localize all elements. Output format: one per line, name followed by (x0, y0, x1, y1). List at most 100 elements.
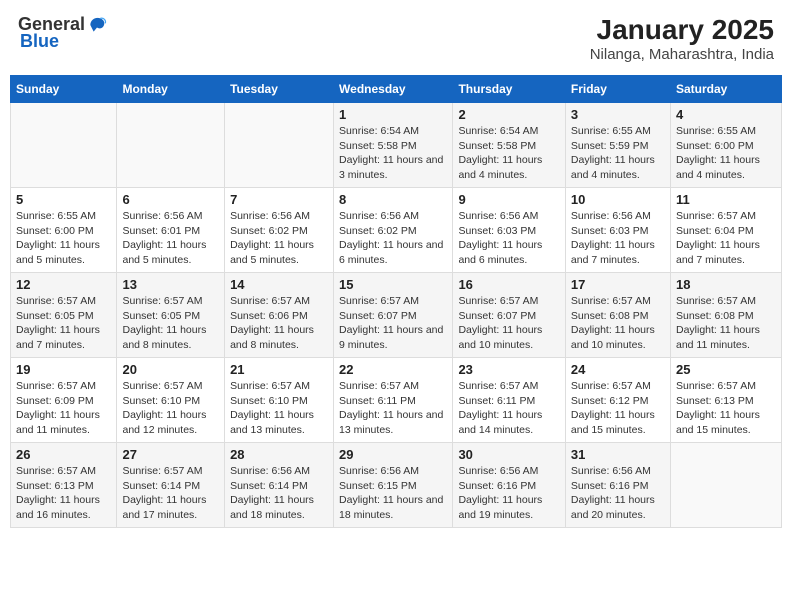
day-info: Sunrise: 6:57 AMSunset: 6:10 PMDaylight:… (230, 379, 328, 438)
calendar-cell: 27 Sunrise: 6:57 AMSunset: 6:14 PMDayligh… (117, 443, 225, 528)
calendar-cell: 24Sunrise: 6:57 AMSunset: 6:12 PMDayligh… (565, 358, 670, 443)
day-info: Sunrise: 6:57 AMSunset: 6:08 PMDaylight:… (571, 294, 665, 353)
day-number: 5 (16, 192, 111, 207)
day-number: 3 (571, 107, 665, 122)
day-number: 9 (458, 192, 559, 207)
day-number: 30 (458, 447, 559, 462)
calendar-cell: 15 Sunrise: 6:57 AMSunset: 6:07 PMDayligh… (334, 273, 453, 358)
calendar-cell (670, 443, 781, 528)
day-number: 27 (122, 447, 219, 462)
day-info: Sunrise: 6:57 AMSunset: 6:05 PMDaylight:… (122, 294, 219, 353)
calendar-cell: 11Sunrise: 6:57 AMSunset: 6:04 PMDayligh… (670, 188, 781, 273)
calendar-cell: 28 Sunrise: 6:56 AMSunset: 6:14 PMDayligh… (225, 443, 334, 528)
calendar-cell: 25 Sunrise: 6:57 AMSunset: 6:13 PMDayligh… (670, 358, 781, 443)
day-info: Sunrise: 6:57 AMSunset: 6:14 PMDaylight:… (122, 464, 219, 523)
calendar-cell: 31Sunrise: 6:56 AMSunset: 6:16 PMDayligh… (565, 443, 670, 528)
day-info: Sunrise: 6:56 AMSunset: 6:01 PMDaylight:… (122, 209, 219, 268)
logo: General Blue (18, 14, 107, 52)
calendar-week-row: 1Sunrise: 6:54 AMSunset: 5:58 PMDaylight… (11, 103, 782, 188)
calendar-week-row: 19Sunrise: 6:57 AMSunset: 6:09 PMDayligh… (11, 358, 782, 443)
day-number: 21 (230, 362, 328, 377)
day-number: 15 (339, 277, 447, 292)
day-info: Sunrise: 6:57 AMSunset: 6:12 PMDaylight:… (571, 379, 665, 438)
day-number: 12 (16, 277, 111, 292)
page-title: January 2025 (590, 14, 774, 46)
day-info: Sunrise: 6:57 AMSunset: 6:07 PMDaylight:… (339, 294, 447, 353)
day-info: Sunrise: 6:57 AMSunset: 6:11 PMDaylight:… (458, 379, 559, 438)
day-number: 28 (230, 447, 328, 462)
calendar-cell: 22Sunrise: 6:57 AMSunset: 6:11 PMDayligh… (334, 358, 453, 443)
calendar-cell: 21 Sunrise: 6:57 AMSunset: 6:10 PMDayligh… (225, 358, 334, 443)
day-info: Sunrise: 6:54 AMSunset: 5:58 PMDaylight:… (339, 124, 447, 183)
calendar-cell: 18 Sunrise: 6:57 AMSunset: 6:08 PMDayligh… (670, 273, 781, 358)
day-info: Sunrise: 6:56 AMSunset: 6:15 PMDaylight:… (339, 464, 447, 523)
day-info: Sunrise: 6:57 AMSunset: 6:05 PMDaylight:… (16, 294, 111, 353)
calendar-cell: 12 Sunrise: 6:57 AMSunset: 6:05 PMDayligh… (11, 273, 117, 358)
calendar-cell: 5 Sunrise: 6:55 AMSunset: 6:00 PMDaylight… (11, 188, 117, 273)
calendar-cell: 20 Sunrise: 6:57 AMSunset: 6:10 PMDayligh… (117, 358, 225, 443)
col-header-thursday: Thursday (453, 76, 565, 103)
col-header-friday: Friday (565, 76, 670, 103)
calendar-cell: 30Sunrise: 6:56 AMSunset: 6:16 PMDayligh… (453, 443, 565, 528)
calendar-cell (225, 103, 334, 188)
day-number: 26 (16, 447, 111, 462)
day-number: 18 (676, 277, 776, 292)
day-info: Sunrise: 6:57 AMSunset: 6:08 PMDaylight:… (676, 294, 776, 353)
col-header-saturday: Saturday (670, 76, 781, 103)
page-subtitle: Nilanga, Maharashtra, India (590, 46, 774, 63)
calendar-cell: 17 Sunrise: 6:57 AMSunset: 6:08 PMDayligh… (565, 273, 670, 358)
calendar-cell: 26 Sunrise: 6:57 AMSunset: 6:13 PMDayligh… (11, 443, 117, 528)
day-number: 2 (458, 107, 559, 122)
day-number: 16 (458, 277, 559, 292)
calendar-cell: 2Sunrise: 6:54 AMSunset: 5:58 PMDaylight… (453, 103, 565, 188)
day-info: Sunrise: 6:57 AMSunset: 6:10 PMDaylight:… (122, 379, 219, 438)
calendar-cell: 10 Sunrise: 6:56 AMSunset: 6:03 PMDayligh… (565, 188, 670, 273)
day-info: Sunrise: 6:56 AMSunset: 6:16 PMDaylight:… (571, 464, 665, 523)
calendar-cell: 7 Sunrise: 6:56 AMSunset: 6:02 PMDaylight… (225, 188, 334, 273)
title-block: January 2025 Nilanga, Maharashtra, India (590, 14, 774, 63)
calendar-cell: 9Sunrise: 6:56 AMSunset: 6:03 PMDaylight… (453, 188, 565, 273)
day-number: 13 (122, 277, 219, 292)
logo-icon (87, 15, 107, 35)
logo-blue-text: Blue (20, 31, 59, 52)
calendar-week-row: 12 Sunrise: 6:57 AMSunset: 6:05 PMDayligh… (11, 273, 782, 358)
calendar-cell: 16Sunrise: 6:57 AMSunset: 6:07 PMDayligh… (453, 273, 565, 358)
col-header-wednesday: Wednesday (334, 76, 453, 103)
calendar-cell: 8Sunrise: 6:56 AMSunset: 6:02 PMDaylight… (334, 188, 453, 273)
col-header-monday: Monday (117, 76, 225, 103)
day-number: 11 (676, 192, 776, 207)
day-number: 17 (571, 277, 665, 292)
day-number: 6 (122, 192, 219, 207)
day-info: Sunrise: 6:57 AMSunset: 6:13 PMDaylight:… (16, 464, 111, 523)
calendar-cell: 19Sunrise: 6:57 AMSunset: 6:09 PMDayligh… (11, 358, 117, 443)
calendar-cell: 13 Sunrise: 6:57 AMSunset: 6:05 PMDayligh… (117, 273, 225, 358)
day-info: Sunrise: 6:55 AMSunset: 6:00 PMDaylight:… (16, 209, 111, 268)
day-info: Sunrise: 6:56 AMSunset: 6:14 PMDaylight:… (230, 464, 328, 523)
calendar-cell (117, 103, 225, 188)
day-number: 8 (339, 192, 447, 207)
calendar-cell: 4 Sunrise: 6:55 AMSunset: 6:00 PMDaylight… (670, 103, 781, 188)
day-number: 10 (571, 192, 665, 207)
day-info: Sunrise: 6:56 AMSunset: 6:03 PMDaylight:… (571, 209, 665, 268)
calendar-week-row: 26 Sunrise: 6:57 AMSunset: 6:13 PMDayligh… (11, 443, 782, 528)
day-number: 25 (676, 362, 776, 377)
day-info: Sunrise: 6:56 AMSunset: 6:02 PMDaylight:… (230, 209, 328, 268)
calendar-cell (11, 103, 117, 188)
day-number: 23 (458, 362, 559, 377)
day-number: 7 (230, 192, 328, 207)
calendar-cell: 3 Sunrise: 6:55 AMSunset: 5:59 PMDaylight… (565, 103, 670, 188)
calendar-table: SundayMondayTuesdayWednesdayThursdayFrid… (10, 75, 782, 528)
calendar-cell: 23 Sunrise: 6:57 AMSunset: 6:11 PMDayligh… (453, 358, 565, 443)
day-number: 19 (16, 362, 111, 377)
day-info: Sunrise: 6:57 AMSunset: 6:13 PMDaylight:… (676, 379, 776, 438)
day-info: Sunrise: 6:55 AMSunset: 5:59 PMDaylight:… (571, 124, 665, 183)
calendar-week-row: 5 Sunrise: 6:55 AMSunset: 6:00 PMDaylight… (11, 188, 782, 273)
day-number: 20 (122, 362, 219, 377)
calendar-header-row: SundayMondayTuesdayWednesdayThursdayFrid… (11, 76, 782, 103)
page-header: General Blue January 2025 Nilanga, Mahar… (10, 10, 782, 67)
day-info: Sunrise: 6:57 AMSunset: 6:11 PMDaylight:… (339, 379, 447, 438)
day-number: 4 (676, 107, 776, 122)
calendar-cell: 1Sunrise: 6:54 AMSunset: 5:58 PMDaylight… (334, 103, 453, 188)
calendar-cell: 14Sunrise: 6:57 AMSunset: 6:06 PMDayligh… (225, 273, 334, 358)
day-info: Sunrise: 6:55 AMSunset: 6:00 PMDaylight:… (676, 124, 776, 183)
